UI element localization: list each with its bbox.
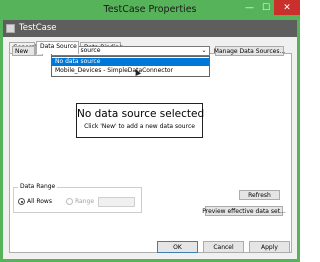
- chevron-down-icon[interactable]: ⌄: [200, 47, 208, 55]
- header-title: TestCase: [19, 23, 57, 33]
- range-label: Range: [75, 198, 95, 205]
- dropdown-option-mobile-devices[interactable]: Mobile_Devices - SimpleDataConnector: [52, 67, 209, 75]
- minimize-button[interactable]: —: [241, 0, 258, 15]
- maximize-button[interactable]: ☐: [258, 0, 274, 15]
- all-rows-label: All Rows: [27, 198, 52, 205]
- apply-button[interactable]: Apply: [249, 241, 290, 253]
- data-range-group: Data Range All Rows Range: [13, 183, 142, 213]
- properties-icon: [6, 24, 15, 33]
- preview-effective-data-set-button[interactable]: Preview effective data set...: [202, 206, 286, 216]
- title-bar[interactable]: TestCase Properties — ☐ ✕: [0, 0, 300, 20]
- dropdown-option-no-data-source[interactable]: No data source: [52, 58, 209, 66]
- range-input[interactable]: [98, 197, 135, 207]
- all-rows-radio[interactable]: All Rows: [18, 198, 52, 205]
- close-button[interactable]: ✕: [274, 0, 300, 15]
- radio-unselected-icon[interactable]: [66, 198, 73, 205]
- data-range-legend: Data Range: [18, 183, 58, 190]
- data-source-dropdown-list: No data source Mobile_Devices - SimpleDa…: [51, 56, 210, 77]
- no-data-source-placeholder: No data source selected Click 'New' to a…: [76, 103, 205, 138]
- properties-window: TestCase Properties — ☐ ✕ TestCase Gener…: [0, 0, 300, 262]
- dialog-header: TestCase: [3, 20, 297, 37]
- data-source-panel: [9, 53, 292, 253]
- placeholder-title: No data source selected: [77, 108, 205, 120]
- ok-button[interactable]: OK: [157, 241, 198, 253]
- range-radio[interactable]: Range: [66, 198, 94, 205]
- tab-data-source[interactable]: Data Source: [36, 41, 79, 54]
- manage-data-sources-button[interactable]: Manage Data Sources...: [214, 46, 285, 56]
- dialog-client-area: TestCase General Data Source Data Bindin…: [3, 20, 297, 259]
- new-button[interactable]: New: [12, 46, 35, 56]
- cancel-button[interactable]: Cancel: [203, 241, 244, 253]
- radio-selected-icon[interactable]: [18, 198, 25, 205]
- refresh-button[interactable]: Refresh: [239, 190, 280, 200]
- placeholder-subtitle: Click 'New' to add a new data source: [84, 123, 195, 130]
